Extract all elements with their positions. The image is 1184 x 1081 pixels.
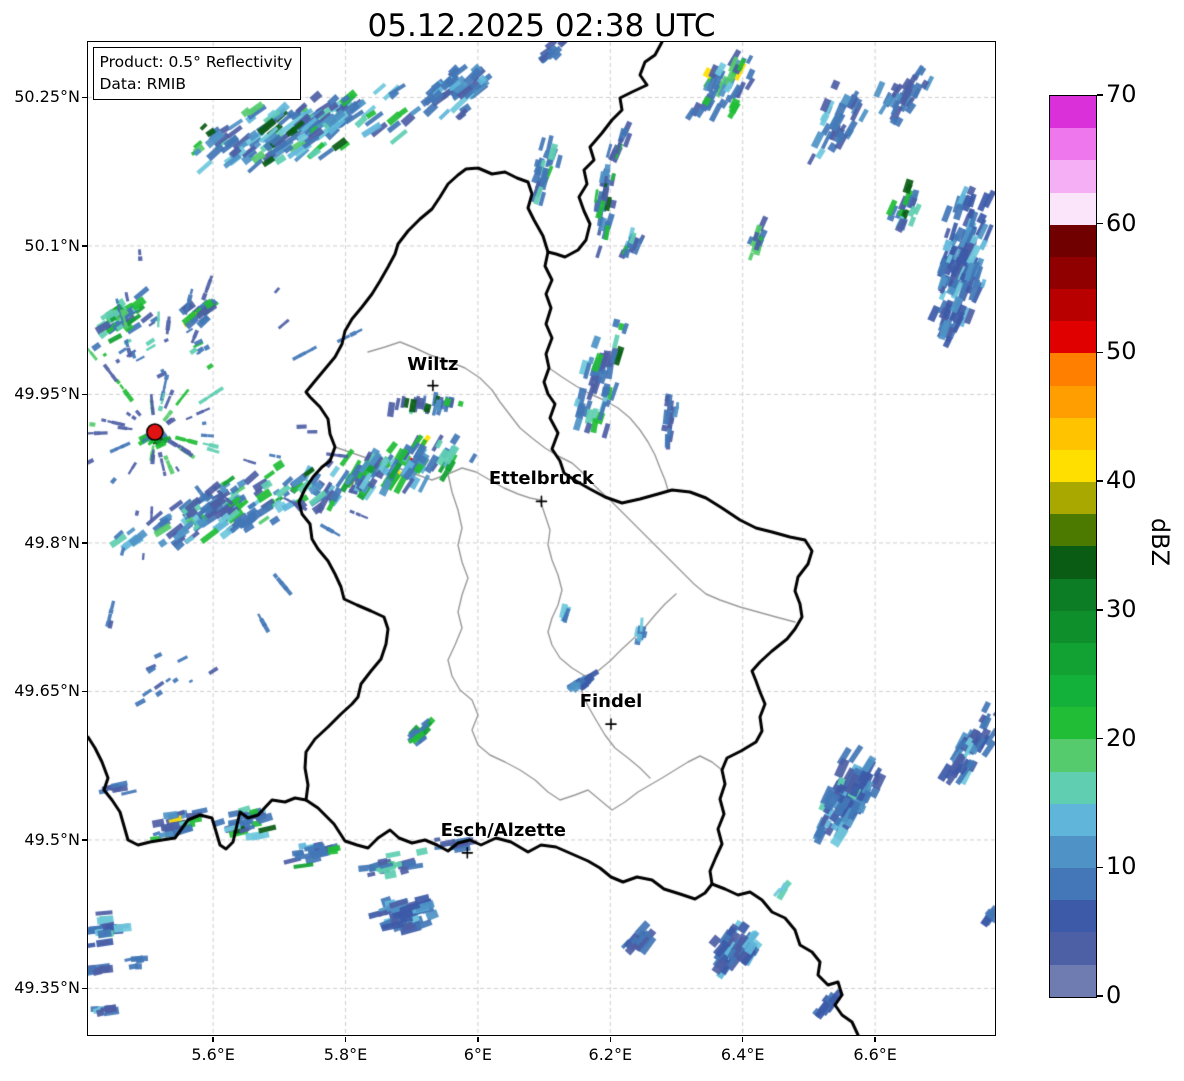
y-tick-mark <box>81 690 87 693</box>
colorbar-segment <box>1050 868 1096 901</box>
product-info-box: Product: 0.5° Reflectivity Data: RMIB <box>92 46 302 101</box>
y-tick-mark <box>81 839 87 841</box>
colorbar-segment <box>1050 449 1096 483</box>
colorbar-segment <box>1050 160 1096 193</box>
colorbar-segment <box>1050 900 1096 933</box>
colorbar-segment <box>1050 932 1096 965</box>
x-tick-label: 5.6°E <box>191 1045 235 1064</box>
colorbar-axis-label: dBZ <box>1146 517 1175 567</box>
colorbar-segment <box>1050 256 1096 290</box>
city-label: Wiltz <box>407 353 459 375</box>
y-tick-label: 50.1°N <box>24 235 80 255</box>
colorbar-segment <box>1050 289 1096 322</box>
y-tick-label: 49.5°N <box>24 829 80 849</box>
radar-figure: 05.12.2025 02:38 UTC Product: 0.5° Refle… <box>0 0 1184 1081</box>
colorbar-segment <box>1050 417 1096 450</box>
colorbar-segment <box>1050 385 1096 418</box>
y-tick-mark <box>81 542 87 544</box>
colorbar-tick-mark <box>1097 223 1103 225</box>
colorbar-segment <box>1050 964 1096 997</box>
y-tick-label: 49.8°N <box>24 532 80 552</box>
colorbar-segment <box>1050 803 1096 836</box>
colorbar-segment <box>1050 514 1096 547</box>
colorbar-segment <box>1050 128 1096 161</box>
colorbar-tick-mark <box>1097 351 1103 354</box>
colorbar-segment <box>1050 482 1096 515</box>
y-tick-mark <box>81 393 87 396</box>
x-tick-label: 5.8°E <box>323 1045 368 1064</box>
y-tick-label: 49.65°N <box>14 681 80 701</box>
colorbar-tick-label: 70 <box>1106 80 1137 108</box>
map-plot-area: Product: 0.5° Reflectivity Data: RMIB <box>86 40 996 1036</box>
x-tick-label: 6.2°E <box>588 1045 633 1064</box>
colorbar-tick-mark <box>1097 995 1103 997</box>
y-tick-label: 49.35°N <box>14 978 80 998</box>
colorbar <box>1049 95 1097 998</box>
data-source-line: Data: RMIB <box>99 74 187 93</box>
city-label: Esch/Alzette <box>440 819 566 841</box>
colorbar-tick-label: 40 <box>1106 466 1137 495</box>
colorbar-tick-mark <box>1097 609 1103 611</box>
radar-map-canvas <box>87 41 995 1035</box>
x-tick-mark <box>609 1036 611 1042</box>
x-tick-label: 6.4°E <box>720 1045 765 1064</box>
product-line: Product: 0.5° Reflectivity <box>99 52 293 71</box>
colorbar-segment <box>1050 96 1096 129</box>
x-tick-label: 6.6°E <box>853 1045 897 1064</box>
colorbar-segment <box>1050 610 1096 643</box>
colorbar-segment <box>1050 642 1096 676</box>
colorbar-tick-label: 50 <box>1106 337 1137 366</box>
x-tick-label: 6°E <box>463 1045 493 1064</box>
colorbar-segment <box>1050 835 1096 869</box>
city-label: Findel <box>579 691 643 713</box>
colorbar-segment <box>1050 675 1096 708</box>
y-tick-label: 49.95°N <box>14 384 80 404</box>
colorbar-segment <box>1050 546 1096 579</box>
colorbar-segment <box>1050 321 1096 354</box>
y-tick-label: 50.25°N <box>14 87 80 107</box>
colorbar-tick-label: 30 <box>1106 594 1137 623</box>
colorbar-tick-mark <box>1097 94 1103 96</box>
plot-title: 05.12.2025 02:38 UTC <box>367 8 716 44</box>
colorbar-segment <box>1050 224 1096 257</box>
x-tick-mark <box>742 1036 744 1042</box>
city-label: Ettelbruck <box>488 468 595 490</box>
colorbar-tick-label: 10 <box>1106 852 1137 881</box>
colorbar-segment <box>1050 353 1096 386</box>
colorbar-segment <box>1050 771 1096 804</box>
colorbar-tick-label: 60 <box>1106 208 1137 237</box>
colorbar-segment <box>1050 739 1096 772</box>
x-tick-mark <box>477 1036 479 1042</box>
colorbar-segment <box>1050 192 1096 225</box>
x-tick-mark <box>344 1036 347 1042</box>
colorbar-tick-label: 20 <box>1106 723 1137 752</box>
y-tick-mark <box>81 987 87 990</box>
y-tick-mark <box>81 245 87 247</box>
x-tick-mark <box>874 1036 876 1042</box>
x-tick-mark <box>212 1036 214 1042</box>
colorbar-tick-label: 0 <box>1106 981 1122 1009</box>
colorbar-tick-mark <box>1097 866 1103 868</box>
colorbar-segment <box>1050 578 1096 611</box>
y-tick-mark <box>81 96 87 99</box>
colorbar-segment <box>1050 707 1096 740</box>
colorbar-tick-mark <box>1097 480 1103 482</box>
colorbar-tick-mark <box>1097 737 1103 740</box>
